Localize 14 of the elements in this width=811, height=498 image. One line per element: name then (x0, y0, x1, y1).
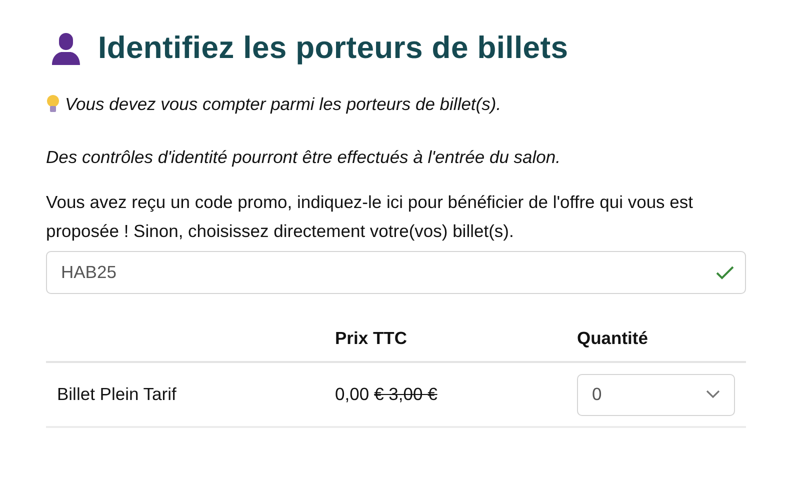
old-price: € 3,00 € (374, 384, 438, 405)
page-title: Identifiez les porteurs de billets (98, 30, 568, 66)
chevron-icon (706, 390, 720, 399)
notice-text: Des contrôles d'identité pourront être effectués à l'entrée du salon. (46, 147, 562, 168)
promo-instructions: Vous avez reçu un code promo, indiquez-le ici pour bénéficier de l'offre qui vous est proposée ! Sinon, choisissez directement votre(vos) billet(s). (46, 191, 694, 243)
promo-code-field[interactable]: HAB25 (46, 251, 746, 294)
quantity-select[interactable]: 0 (577, 374, 735, 416)
tip-text: Vous devez vous compter parmi les porteurs de billet(s). (65, 94, 502, 115)
column-header: Quantité (577, 328, 648, 348)
price: 0,00 (335, 384, 370, 405)
column-header: Prix TTC (335, 328, 407, 348)
lightbulb-icon (46, 95, 60, 114)
ticket-name: Billet Plein Tarif (57, 384, 176, 405)
person-icon (50, 31, 82, 65)
